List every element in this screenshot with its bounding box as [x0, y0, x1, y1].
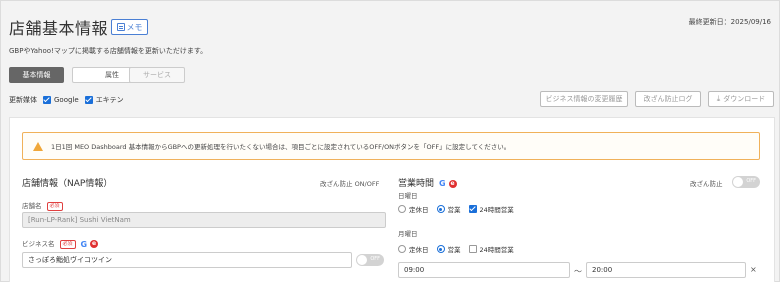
close-time-input[interactable]: 20:00 — [586, 262, 746, 278]
sunday-open-radio[interactable]: 営業 — [436, 204, 461, 214]
required-badge: 必須 — [46, 201, 63, 211]
tab-basic-info[interactable]: 基本情報 — [9, 67, 64, 83]
radio-label: 定休日 — [409, 206, 429, 214]
ekiten-icon: e — [90, 240, 99, 248]
radio-icon — [398, 205, 406, 213]
hours-title-text: 営業時間 — [398, 179, 435, 189]
checkbox-icon — [468, 245, 477, 253]
store-name-label-text: 店舗名 — [22, 202, 42, 210]
warning-alert: 1日1回 MEO Dashboard 基本情報からGBPへの更新処理を行いたくな… — [22, 132, 760, 160]
radio-label: 営業 — [447, 206, 461, 214]
business-name-label-text: ビジネス名 — [22, 240, 55, 248]
store-name-label: 店舗名 必須 — [22, 200, 63, 211]
business-name-label: ビジネス名 必須 Ge — [22, 238, 99, 249]
hours-tamper-label: 改ざん防止 — [690, 180, 723, 188]
memo-icon — [116, 23, 125, 31]
remove-time-button[interactable]: × — [750, 265, 757, 274]
hours-title: 営業時間 Ge — [398, 176, 457, 189]
change-history-button[interactable]: ビジネス情報の変更履歴 — [540, 91, 628, 107]
checkbox-checked-icon — [468, 205, 477, 213]
main-card: 1日1回 MEO Dashboard 基本情報からGBPへの更新処理を行いたくな… — [9, 117, 775, 282]
hours-toggle[interactable]: OFF — [732, 176, 760, 188]
channel-selector: 更新媒体 Google エキテン — [9, 95, 124, 105]
checkbox-checked-icon — [84, 96, 93, 104]
required-badge: 必須 — [59, 239, 76, 249]
channel-ekiten-label: エキテン — [95, 96, 124, 104]
last-updated: 最終更新日：2025/09/16 — [688, 18, 771, 26]
toggle-state-label: OFF — [746, 178, 756, 184]
channel-ekiten-checkbox[interactable]: エキテン — [84, 95, 124, 105]
warning-icon — [33, 141, 43, 151]
sunday-closed-radio[interactable]: 定休日 — [398, 204, 429, 214]
download-button[interactable]: ⤓ ダウンロード — [708, 91, 774, 107]
download-label: ダウンロード — [723, 95, 766, 103]
tab-services: サービス — [129, 67, 185, 83]
radio-selected-icon — [436, 205, 445, 213]
checkbox-label: 24時間営業 — [479, 206, 514, 214]
monday-open-radio[interactable]: 営業 — [436, 244, 461, 254]
day-label-monday: 月曜日 — [398, 230, 418, 238]
radio-selected-icon — [436, 245, 445, 253]
day-label-sunday: 日曜日 — [398, 192, 418, 200]
monday-options: 定休日 営業 24時間営業 — [398, 244, 514, 254]
radio-icon — [398, 245, 406, 253]
download-icon: ⤓ — [716, 94, 721, 103]
google-icon: G — [80, 239, 88, 249]
store-info-title: 店舗情報（NAP情報） — [22, 179, 113, 189]
business-name-toggle[interactable]: OFF — [356, 254, 384, 266]
page-subtitle: GBPやYahoo!マップに掲載する店舗情報を更新いただけます。 — [9, 47, 208, 55]
checkbox-label: 24時間営業 — [479, 246, 514, 254]
google-icon: G — [439, 179, 446, 188]
business-name-input[interactable]: さっぽろ鮨処ヴイコツイン — [22, 252, 352, 268]
channel-google-checkbox[interactable]: Google — [43, 96, 79, 104]
open-time-input[interactable]: 09:00 — [398, 262, 570, 278]
monday-closed-radio[interactable]: 定休日 — [398, 244, 429, 254]
toggle-state-label: OFF — [370, 256, 380, 262]
store-name-field: [Run-LP-Rank] Sushi VietNam — [22, 212, 386, 228]
checkbox-checked-icon — [43, 96, 51, 104]
radio-label: 営業 — [447, 246, 461, 254]
ekiten-icon: e — [448, 179, 457, 188]
monday-24h-checkbox[interactable]: 24時間営業 — [468, 244, 514, 254]
tamper-onoff-label: 改ざん防止 ON/OFF — [320, 180, 380, 188]
tamper-log-button[interactable]: 改ざん防止ログ — [635, 91, 701, 107]
alert-text: 1日1回 MEO Dashboard 基本情報からGBPへの更新処理を行いたくな… — [51, 143, 511, 151]
page-title: 店舗基本情報 — [9, 19, 109, 38]
radio-label: 定休日 — [409, 246, 429, 254]
sunday-24h-checkbox[interactable]: 24時間営業 — [468, 204, 514, 214]
memo-button[interactable]: メモ — [111, 19, 148, 35]
channel-google-label: Google — [54, 96, 79, 104]
time-separator: 〜 — [574, 267, 582, 276]
channel-label: 更新媒体 — [9, 96, 37, 104]
app-frame: 店舗基本情報 メモ 最終更新日：2025/09/16 GBPやYahoo!マップ… — [0, 0, 780, 282]
memo-label: メモ — [126, 22, 143, 32]
sunday-options: 定休日 営業 24時間営業 — [398, 204, 514, 214]
